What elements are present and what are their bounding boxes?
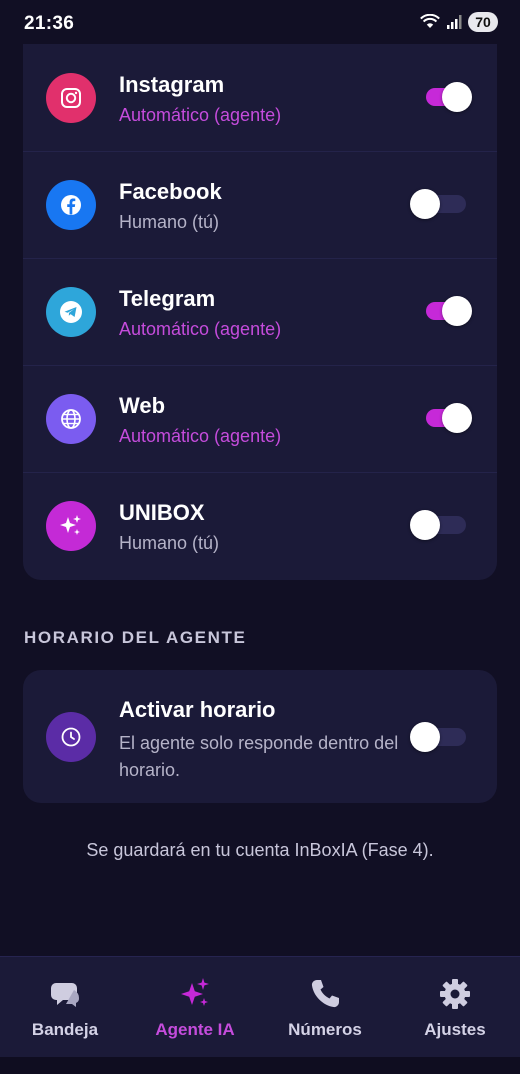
telegram-icon: [46, 287, 96, 337]
facebook-icon: [46, 180, 96, 230]
wifi-icon: [420, 14, 440, 28]
status-time: 21:36: [24, 13, 75, 34]
sparkles-icon: [46, 501, 96, 551]
footer-note: Se guardará en tu cuenta InBoxIA (Fase 4…: [86, 840, 434, 860]
facebook-toggle[interactable]: [410, 189, 466, 219]
channel-mode: Humano (tú): [119, 212, 220, 232]
channel-name: UNIBOX: [119, 500, 205, 525]
channel-name: Instagram: [119, 72, 225, 97]
nav-label: Ajustes: [424, 1020, 486, 1039]
globe-icon: [46, 394, 96, 444]
channel-row-instagram: Instagram Automático (agente): [23, 44, 497, 151]
gear-icon: [440, 979, 470, 1009]
instagram-icon: [46, 73, 96, 123]
nav-item-bandeja[interactable]: Bandeja: [0, 957, 130, 1057]
schedule-toggle[interactable]: [410, 722, 466, 752]
channel-mode: Automático (agente): [119, 426, 282, 446]
channel-mode: Automático (agente): [119, 105, 282, 125]
clock-icon: [46, 712, 96, 762]
channel-row-telegram: Telegram Automático (agente): [23, 258, 497, 365]
channel-row-unibox: UNIBOX Humano (tú): [23, 472, 497, 579]
status-icons: 70: [420, 12, 498, 32]
nav-item-agente-ia[interactable]: Agente IA: [130, 957, 260, 1057]
nav-label: Números: [288, 1020, 362, 1039]
unibox-toggle[interactable]: [410, 510, 466, 540]
bottom-nav: Bandeja Agente IA Números Ajustes: [0, 956, 520, 1057]
nav-item-numeros[interactable]: Números: [260, 957, 390, 1057]
chat-bubbles-icon: [51, 983, 80, 1007]
battery-indicator: 70: [468, 12, 498, 32]
section-label-schedule: HORARIO DEL AGENTE: [24, 628, 247, 647]
channel-row-facebook: Facebook Humano (tú): [23, 151, 497, 258]
channel-name: Web: [119, 393, 166, 418]
channel-name: Facebook: [119, 179, 222, 204]
schedule-title: Activar horario: [119, 697, 276, 722]
system-nav-strip: [0, 1057, 520, 1074]
sparkles-icon: [181, 978, 209, 1006]
schedule-card: Activar horario El agente solo responde …: [23, 670, 497, 803]
nav-item-ajustes[interactable]: Ajustes: [390, 957, 520, 1057]
schedule-description: El agente solo responde dentro del horar…: [119, 733, 399, 780]
status-bar: 21:36 70: [0, 0, 520, 48]
instagram-toggle[interactable]: [422, 82, 472, 112]
signal-icon: [447, 15, 462, 29]
nav-label: Bandeja: [31, 1020, 99, 1039]
channel-row-web: Web Automático (agente): [23, 365, 497, 472]
channel-name: Telegram: [119, 286, 216, 311]
nav-label: Agente IA: [155, 1020, 235, 1039]
phone-icon: [311, 980, 339, 1008]
telegram-toggle[interactable]: [422, 296, 472, 326]
web-toggle[interactable]: [422, 403, 472, 433]
channel-mode: Automático (agente): [119, 319, 282, 339]
channels-card: Instagram Automático (agente) Facebook H…: [23, 44, 497, 580]
channel-mode: Humano (tú): [119, 533, 220, 553]
